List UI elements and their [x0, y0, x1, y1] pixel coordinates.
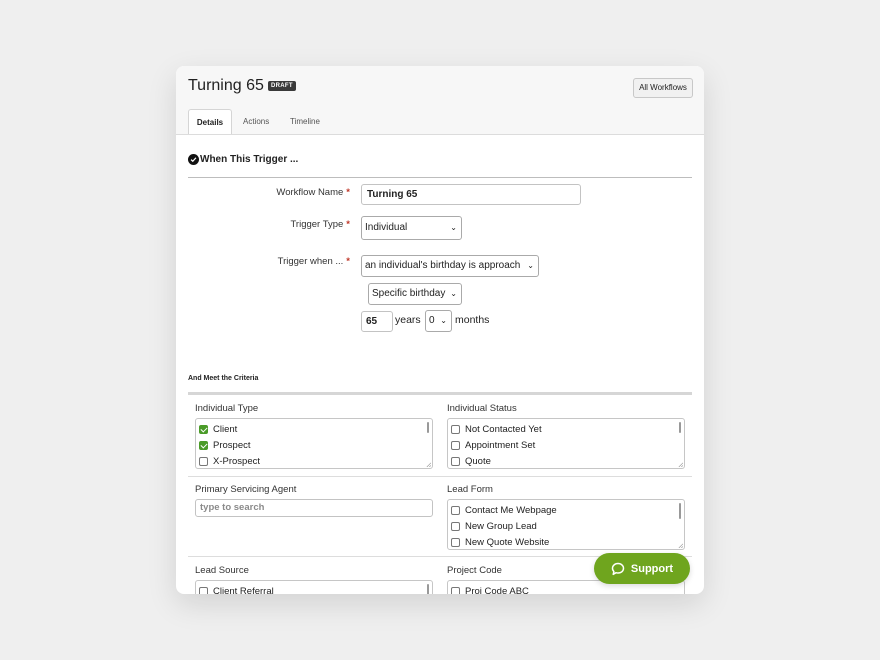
trigger-section-label: When This Trigger ...	[200, 154, 299, 165]
tab-divider	[176, 134, 704, 135]
option-label: Quote	[465, 455, 491, 467]
criteria-divider	[188, 392, 692, 395]
chevron-down-icon: ⌄	[450, 223, 457, 232]
checkbox-checked[interactable]	[199, 440, 208, 450]
trigger-type-label-text: Trigger Type	[290, 219, 344, 230]
option-label: Client	[213, 423, 238, 435]
years-input[interactable]: 65	[361, 311, 393, 332]
trigger-when-label: Trigger when ... *	[216, 256, 350, 267]
birthday-mode-select[interactable]: Specific birthday ⌄	[368, 283, 462, 305]
trigger-when-value: an individual's birthday is approach	[365, 260, 521, 271]
project-code-label: Project Code	[447, 565, 502, 576]
individual-type-label: Individual Type	[195, 403, 259, 414]
primary-agent-label: Primary Servicing Agent	[195, 484, 297, 495]
scrollbar[interactable]	[679, 503, 681, 519]
checkbox-checked[interactable]	[199, 424, 208, 434]
scrollbar[interactable]	[679, 422, 681, 433]
draft-badge: DRAFT	[268, 81, 296, 91]
option-label: Appointment Set	[465, 439, 536, 451]
trigger-when-select[interactable]: an individual's birthday is approach ⌄	[361, 255, 539, 277]
support-button[interactable]: Support	[594, 553, 690, 584]
list-item[interactable]: Proj Code ABC	[451, 584, 529, 594]
option-label: Proj Code ABC	[465, 585, 529, 595]
resize-handle-icon[interactable]	[678, 462, 683, 467]
page-title: Turning 65	[188, 77, 264, 94]
workflow-card: Turning 65 DRAFT All Workflows Details A…	[176, 66, 704, 594]
list-item[interactable]: X-Prospect	[199, 454, 260, 468]
chevron-down-icon: ⌄	[440, 316, 447, 325]
list-item[interactable]: Appointment Set	[451, 438, 535, 452]
lead-source-label: Lead Source	[195, 565, 249, 576]
list-item[interactable]: New Group Lead	[451, 519, 537, 533]
list-item[interactable]: New Quote Website	[451, 535, 549, 549]
checkbox[interactable]	[199, 456, 208, 466]
checkbox[interactable]	[451, 586, 460, 594]
lead-form-label: Lead Form	[447, 484, 493, 495]
resize-handle-icon[interactable]	[426, 462, 431, 467]
list-item[interactable]: Contact Me Webpage	[451, 503, 557, 517]
trigger-section-title: When This Trigger ...	[188, 154, 298, 165]
tab-timeline[interactable]: Timeline	[290, 109, 320, 134]
months-select[interactable]: 0 ⌄	[425, 310, 452, 332]
checkbox[interactable]	[451, 505, 460, 515]
tab-actions[interactable]: Actions	[243, 109, 269, 134]
card-header: Turning 65 DRAFT All Workflows Details A…	[176, 66, 704, 135]
months-value: 0	[429, 315, 435, 326]
trigger-when-label-text: Trigger when ...	[277, 256, 344, 267]
individual-status-label: Individual Status	[447, 403, 517, 414]
scrollbar[interactable]	[427, 422, 429, 433]
workflow-name-input[interactable]: Turning 65	[361, 184, 581, 205]
chevron-down-icon: ⌄	[525, 256, 534, 276]
list-item[interactable]: Prospect	[199, 438, 251, 452]
option-label: Prospect	[213, 439, 251, 451]
check-circle-icon	[188, 154, 199, 165]
criteria-title: And Meet the Criteria	[188, 375, 259, 382]
resize-handle-icon[interactable]	[678, 543, 683, 548]
option-label: Not Contacted Yet	[465, 423, 542, 435]
checkbox[interactable]	[451, 424, 460, 434]
years-label: years	[395, 314, 421, 326]
option-label: Client Referral	[213, 585, 274, 595]
option-label: X-Prospect	[213, 455, 260, 467]
list-item[interactable]: Quote	[451, 454, 491, 468]
lead-form-list[interactable]: Contact Me Webpage New Group Lead New Qu…	[447, 499, 685, 550]
chevron-down-icon: ⌄	[450, 289, 457, 298]
required-mark: *	[346, 256, 350, 267]
checkbox[interactable]	[199, 586, 208, 594]
option-label: Contact Me Webpage	[465, 504, 557, 516]
chat-bubble-icon	[611, 562, 625, 575]
required-mark: *	[346, 187, 350, 198]
list-item[interactable]: Client	[199, 422, 237, 436]
scrollbar[interactable]	[427, 584, 429, 594]
all-workflows-button[interactable]: All Workflows	[633, 78, 693, 98]
option-label: New Quote Website	[465, 536, 550, 548]
support-label: Support	[630, 562, 674, 575]
checkbox[interactable]	[451, 521, 460, 531]
months-label: months	[455, 314, 490, 326]
list-item[interactable]: Client Referral	[199, 584, 274, 594]
trigger-divider	[188, 177, 692, 178]
option-label: New Group Lead	[465, 520, 537, 532]
individual-type-list[interactable]: Client Prospect X-Prospect	[195, 418, 433, 469]
workflow-name-label: Workflow Name *	[216, 187, 350, 198]
checkbox[interactable]	[451, 440, 460, 450]
individual-status-list[interactable]: Not Contacted Yet Appointment Set Quote	[447, 418, 685, 469]
tab-details[interactable]: Details	[188, 109, 232, 135]
row-divider	[188, 476, 692, 477]
trigger-type-label: Trigger Type *	[216, 219, 350, 230]
lead-source-list[interactable]: Client Referral	[195, 580, 433, 594]
primary-agent-search-input[interactable]: type to search	[195, 499, 433, 517]
required-mark: *	[346, 219, 350, 230]
workflow-name-label-text: Workflow Name	[276, 187, 344, 198]
birthday-mode-value: Specific birthday	[372, 288, 446, 299]
list-item[interactable]: Not Contacted Yet	[451, 422, 542, 436]
checkbox[interactable]	[451, 456, 460, 466]
trigger-type-select[interactable]: Individual ⌄	[361, 216, 462, 240]
checkbox[interactable]	[451, 537, 460, 547]
trigger-type-value: Individual	[365, 222, 408, 233]
